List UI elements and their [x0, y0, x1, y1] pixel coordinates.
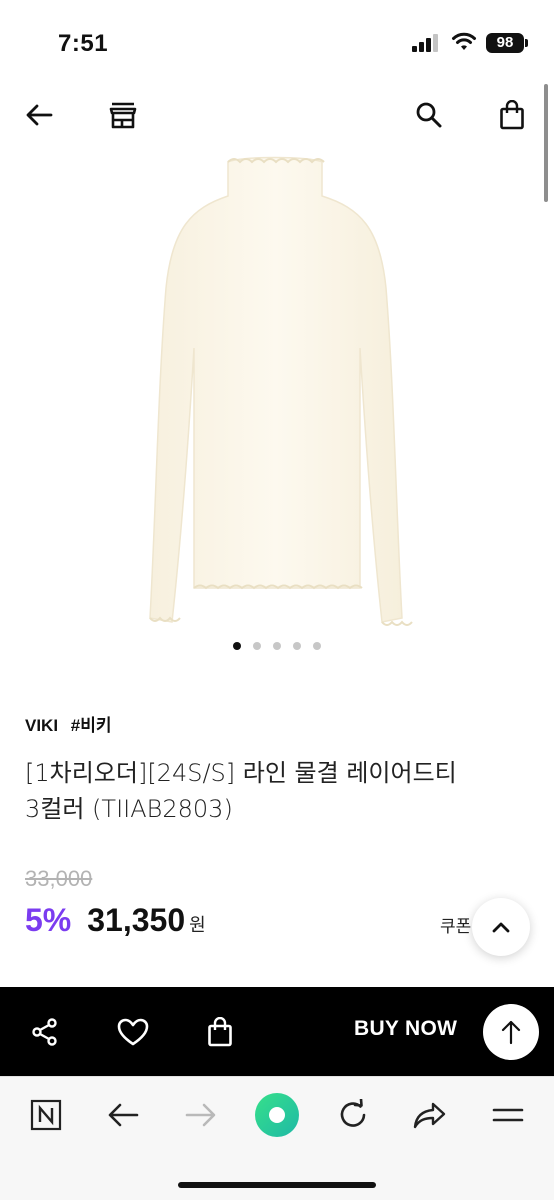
carousel-indicator[interactable] [0, 642, 554, 656]
naver-n-icon[interactable] [26, 1095, 66, 1135]
price-row: 5% 31,350 원 [25, 902, 206, 939]
carousel-dot[interactable] [313, 642, 321, 650]
status-time: 7:51 [58, 30, 109, 57]
battery-indicator: 98 [486, 33, 528, 53]
store-icon[interactable] [106, 98, 140, 132]
forward-icon[interactable] [181, 1095, 221, 1135]
menu-icon[interactable] [488, 1095, 528, 1135]
carousel-dot[interactable] [253, 642, 261, 650]
back-icon[interactable] [103, 1095, 143, 1135]
wifi-icon [452, 32, 476, 50]
cellular-signal-icon [412, 34, 438, 52]
heart-icon[interactable] [115, 1014, 151, 1050]
back-arrow-icon[interactable] [22, 98, 56, 132]
reload-icon[interactable] [333, 1095, 373, 1135]
discount-rate: 5% [25, 902, 72, 938]
brand-tag[interactable]: #비키 [71, 716, 112, 735]
product-title-line2: 3컬러 (TIIAB2803) [25, 795, 233, 823]
share-arrow-icon[interactable] [410, 1095, 450, 1135]
coupon-label[interactable]: 쿠폰 [440, 912, 471, 937]
carousel-dot[interactable] [293, 642, 301, 650]
scroll-to-top-button[interactable] [483, 1004, 539, 1060]
brand-name[interactable]: VIKI [25, 716, 58, 735]
product-title-line1: [1차리오더][24S/S] 라인 물결 레이어드티 [25, 759, 457, 787]
search-icon[interactable] [412, 98, 446, 132]
collapse-button[interactable] [472, 898, 530, 956]
original-price: 33,000 [25, 866, 93, 891]
share-icon[interactable] [27, 1014, 63, 1050]
product-title: [1차리오더][24S/S] 라인 물결 레이어드티 3컬러 (TIIAB280… [25, 755, 525, 827]
currency-unit: 원 [189, 915, 206, 935]
brand-row: VIKI #비키 [25, 711, 120, 736]
green-home-icon[interactable] [253, 1091, 301, 1139]
carousel-dot[interactable] [233, 642, 241, 650]
top-navigation [0, 90, 554, 140]
arrow-up-icon [501, 1020, 521, 1045]
product-image[interactable] [0, 148, 554, 638]
purchase-action-bar: BUY NOW [0, 987, 554, 1076]
chevron-up-icon [492, 922, 510, 933]
buy-now-button[interactable]: BUY NOW [354, 1017, 457, 1041]
status-bar: 7:51 98 [0, 0, 554, 84]
sale-price: 31,350 [87, 902, 186, 938]
cart-icon[interactable] [202, 1014, 238, 1050]
home-indicator[interactable] [178, 1182, 376, 1188]
carousel-dot[interactable] [273, 642, 281, 650]
shopping-bag-icon[interactable] [495, 98, 529, 132]
turtleneck-shirt-illustration [149, 156, 413, 626]
